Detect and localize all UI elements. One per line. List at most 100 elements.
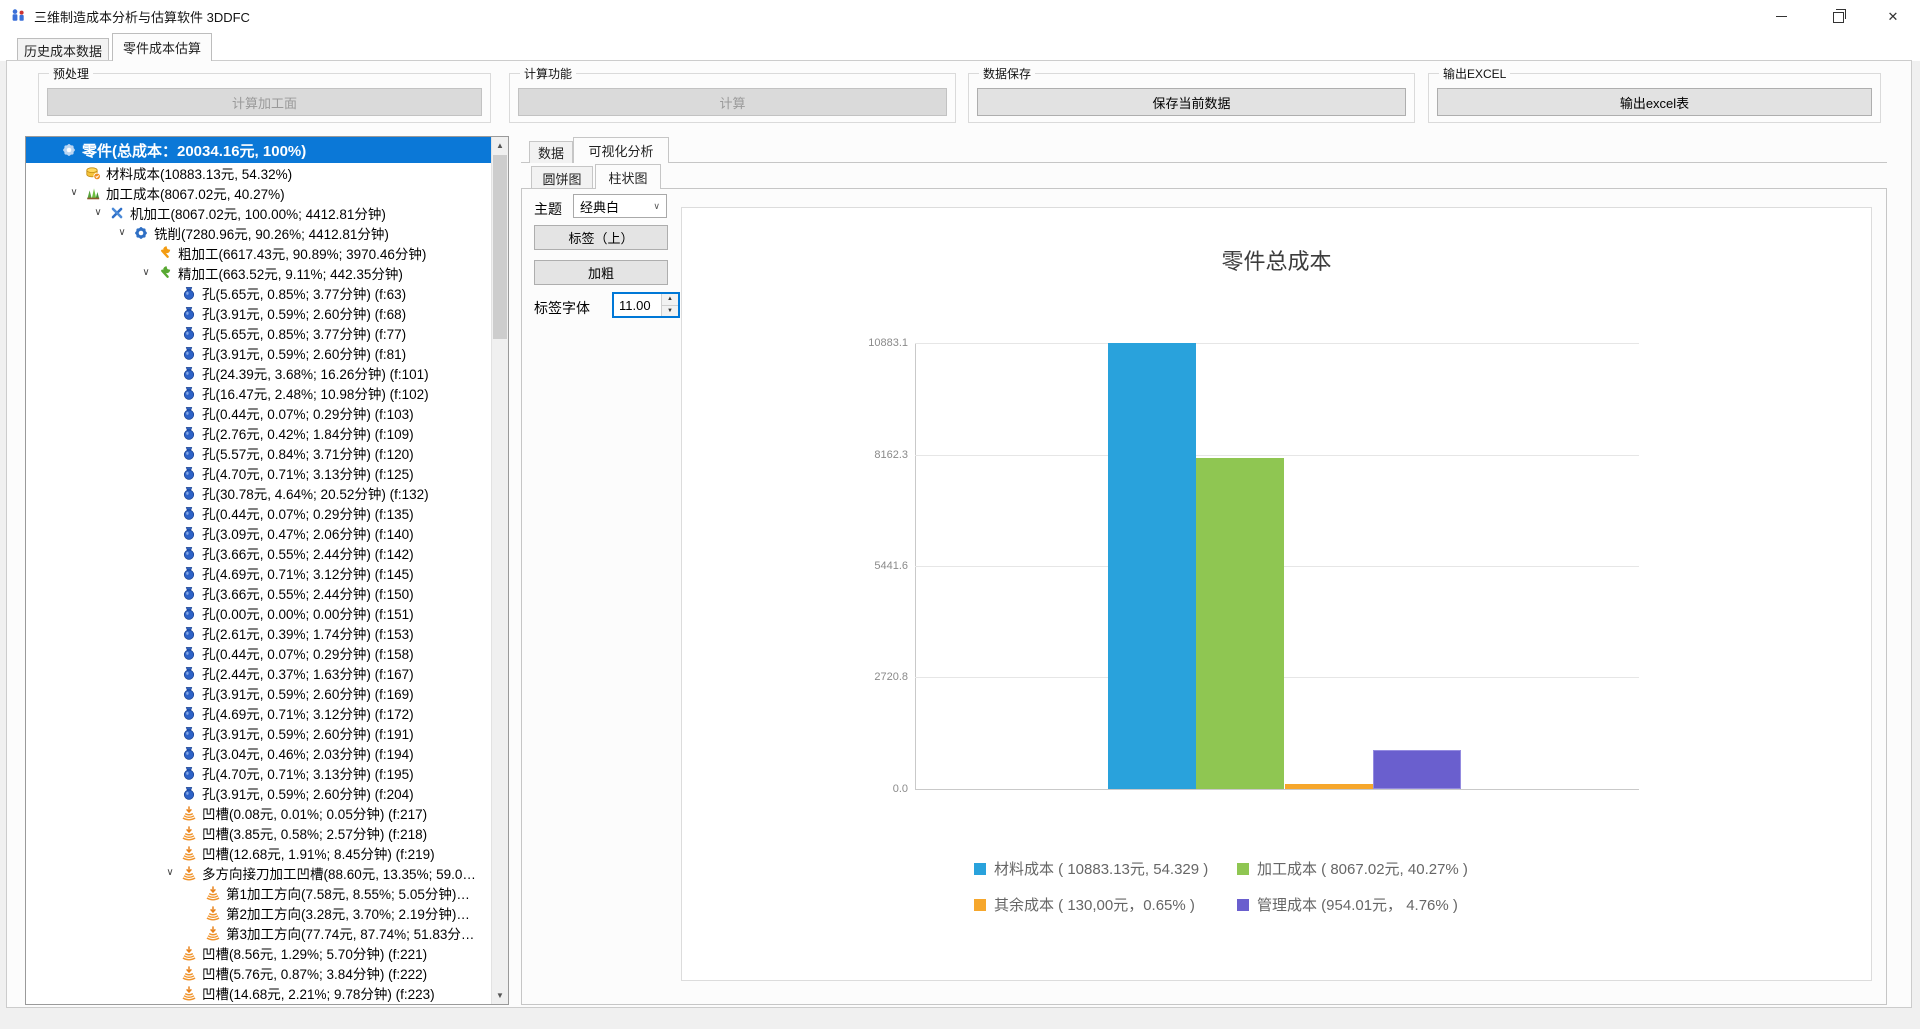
slot-icon	[180, 985, 198, 1001]
tree-scrollbar[interactable]: ▲ ▼	[491, 137, 508, 1004]
mill-gear-icon	[132, 225, 150, 241]
tree-item[interactable]: 孔(16.47元, 2.48%; 10.98分钟) (f:102)	[26, 383, 492, 403]
tree-item[interactable]: ∨多方向接刀加工凹槽(88.60元, 13.35%; 59.0…	[26, 863, 492, 883]
tree-item[interactable]: 凹槽(8.56元, 1.29%; 5.70分钟) (f:221)	[26, 943, 492, 963]
group-preprocess-legend: 预处理	[49, 65, 93, 82]
tree-item[interactable]: 孔(5.65元, 0.85%; 3.77分钟) (f:77)	[26, 323, 492, 343]
expander-icon[interactable]: ∨	[88, 208, 108, 218]
tree-item[interactable]: 孔(2.61元, 0.39%; 1.74分钟) (f:153)	[26, 623, 492, 643]
tree-item[interactable]: 孔(2.76元, 0.42%; 1.84分钟) (f:109)	[26, 423, 492, 443]
scroll-up-icon[interactable]: ▲	[492, 137, 508, 154]
expander-icon[interactable]: ∨	[136, 268, 156, 278]
tree-item[interactable]: 孔(5.65元, 0.85%; 3.77分钟) (f:63)	[26, 283, 492, 303]
tree-item[interactable]: 凹槽(14.68元, 2.21%; 9.78分钟) (f:223)	[26, 983, 492, 1003]
tree-item[interactable]: 凹槽(0.08元, 0.01%; 0.05分钟) (f:217)	[26, 803, 492, 823]
tree-item[interactable]: 孔(2.44元, 0.37%; 1.63分钟) (f:167)	[26, 663, 492, 683]
spin-up-icon[interactable]: ▲	[662, 294, 678, 306]
tree-item[interactable]: 孔(3.04元, 0.46%; 2.03分钟) (f:194)	[26, 743, 492, 763]
tree-item[interactable]: 孔(3.09元, 0.47%; 2.06分钟) (f:140)	[26, 523, 492, 543]
close-button[interactable]: ✕	[1870, 0, 1916, 32]
font-size-spinner[interactable]: 11.00 ▲ ▼	[612, 292, 680, 318]
hole-icon	[180, 405, 198, 421]
tree-item[interactable]: ∨铣削(7280.96元, 90.26%; 4412.81分钟)	[26, 223, 492, 243]
tree-item[interactable]: 第1加工方向(7.58元, 8.55%; 5.05分钟)…	[26, 883, 492, 903]
tree-item[interactable]: 孔(3.91元, 0.59%; 2.60分钟) (f:204)	[26, 783, 492, 803]
tree-item-label: 精加工(663.52元, 9.11%; 442.35分钟)	[178, 263, 403, 283]
legend-item[interactable]: 管理成本 (954.01元， 4.76% )	[1237, 894, 1458, 915]
tab-bar-chart[interactable]: 柱状图	[595, 164, 661, 189]
legend-marker-icon	[974, 899, 986, 911]
minimize-button[interactable]	[1758, 0, 1804, 32]
legend-item[interactable]: 加工成本 ( 8067.02元, 40.27% )	[1237, 858, 1468, 879]
tree-item-label: 孔(3.66元, 0.55%; 2.44分钟) (f:142)	[202, 543, 414, 563]
theme-label: 主题	[534, 199, 562, 219]
tree-item[interactable]: 孔(0.44元, 0.07%; 0.29分钟) (f:135)	[26, 503, 492, 523]
tree-item[interactable]: 孔(0.44元, 0.07%; 0.29分钟) (f:103)	[26, 403, 492, 423]
tree-item[interactable]: 材料成本(10883.13元, 54.32%)	[26, 163, 492, 183]
tree-item[interactable]: 孔(4.69元, 0.71%; 3.12分钟) (f:172)	[26, 703, 492, 723]
scroll-down-icon[interactable]: ▼	[492, 987, 508, 1004]
theme-select[interactable]: 经典白 ∨	[573, 194, 667, 218]
scrollbar-thumb[interactable]	[493, 155, 507, 339]
tree-item-label: 孔(5.65元, 0.85%; 3.77分钟) (f:63)	[202, 283, 406, 303]
tree-item-label: 孔(4.70元, 0.71%; 3.13分钟) (f:195)	[202, 763, 414, 783]
tree-item-label: 孔(3.91元, 0.59%; 2.60分钟) (f:68)	[202, 303, 406, 323]
tree-item[interactable]: 孔(3.66元, 0.55%; 2.44分钟) (f:142)	[26, 543, 492, 563]
legend-item[interactable]: 材料成本 ( 10883.13元, 54.329 )	[974, 858, 1208, 879]
tree-item[interactable]: 孔(0.44元, 0.07%; 0.29分钟) (f:158)	[26, 643, 492, 663]
bold-button[interactable]: 加粗	[534, 260, 668, 285]
group-calculate: 计算功能 计算	[509, 73, 956, 123]
tree-item-label: 孔(0.44元, 0.07%; 0.29分钟) (f:135)	[202, 503, 414, 523]
tree-item-label: 第1加工方向(7.58元, 8.55%; 5.05分钟)…	[226, 883, 470, 903]
tab-data[interactable]: 数据	[529, 141, 573, 163]
tree-item[interactable]: 孔(24.39元, 3.68%; 16.26分钟) (f:101)	[26, 363, 492, 383]
group-export-excel-legend: 输出EXCEL	[1439, 65, 1510, 82]
tab-pie-chart[interactable]: 圆饼图	[531, 166, 593, 189]
hole-icon	[180, 565, 198, 581]
tree-item[interactable]: 凹槽(5.76元, 0.87%; 3.84分钟) (f:222)	[26, 963, 492, 983]
hole-icon	[180, 745, 198, 761]
legend-item[interactable]: 其余成本 ( 130,00元，0.65% )	[974, 894, 1195, 915]
hole-icon	[180, 665, 198, 681]
tree-item[interactable]: 孔(3.91元, 0.59%; 2.60分钟) (f:191)	[26, 723, 492, 743]
tree-item[interactable]: 孔(3.91元, 0.59%; 2.60分钟) (f:81)	[26, 343, 492, 363]
tab-visual-analysis[interactable]: 可视化分析	[573, 137, 669, 163]
tree-item[interactable]: 孔(4.70元, 0.71%; 3.13分钟) (f:125)	[26, 463, 492, 483]
label-font-size-label: 标签字体	[534, 298, 590, 318]
tree-item[interactable]: 孔(3.66元, 0.55%; 2.44分钟) (f:150)	[26, 583, 492, 603]
tree-item[interactable]: ∨加工成本(8067.02元, 40.27%)	[26, 183, 492, 203]
tree-item-label: 第3加工方向(77.74元, 87.74%; 51.83分…	[226, 923, 474, 943]
expander-icon[interactable]: ∨	[160, 868, 180, 878]
save-current-data-button[interactable]: 保存当前数据	[977, 88, 1406, 116]
tab-part-cost-estimation[interactable]: 零件成本估算	[112, 33, 212, 61]
tree-item[interactable]: 孔(0.00元, 0.00%; 0.00分钟) (f:151)	[26, 603, 492, 623]
tree-item[interactable]: 粗加工(6617.43元, 90.89%; 3970.46分钟)	[26, 243, 492, 263]
tab-history-cost-data[interactable]: 历史成本数据	[17, 38, 109, 61]
tree-item[interactable]: 第2加工方向(3.28元, 3.70%; 2.19分钟)…	[26, 903, 492, 923]
compute-machined-faces-button[interactable]: 计算加工面	[47, 88, 482, 116]
tree-item[interactable]: 第3加工方向(77.74元, 87.74%; 51.83分…	[26, 923, 492, 943]
tree-item[interactable]: 孔(30.78元, 4.64%; 20.52分钟) (f:132)	[26, 483, 492, 503]
tree-item[interactable]: 孔(3.91元, 0.59%; 2.60分钟) (f:68)	[26, 303, 492, 323]
export-excel-button[interactable]: 输出excel表	[1437, 88, 1872, 116]
tree-item-label: 凹槽(12.68元, 1.91%; 8.45分钟) (f:219)	[202, 843, 435, 863]
tree-item[interactable]: 孔(3.91元, 0.59%; 2.60分钟) (f:169)	[26, 683, 492, 703]
expander-icon[interactable]: ∨	[64, 188, 84, 198]
calculate-button[interactable]: 计算	[518, 88, 947, 116]
restore-button[interactable]	[1816, 0, 1862, 32]
tree-item[interactable]: 孔(4.69元, 0.71%; 3.12分钟) (f:145)	[26, 563, 492, 583]
label-position-button[interactable]: 标签（上）	[534, 225, 668, 250]
tools-icon	[108, 205, 126, 221]
tree-item[interactable]: ∨ 精加工(663.52元, 9.11%; 442.35分钟)	[26, 263, 492, 283]
tree-item-label: 机加工(8067.02元, 100.00%; 4412.81分钟)	[130, 203, 386, 223]
tree-item[interactable]: 零件(总成本：20034.16元, 100%)	[26, 137, 492, 163]
tree-item-label: 孔(3.91元, 0.59%; 2.60分钟) (f:81)	[202, 343, 406, 363]
tree-item[interactable]: 凹槽(3.85元, 0.58%; 2.57分钟) (f:218)	[26, 823, 492, 843]
tree-item-label: 孔(5.65元, 0.85%; 3.77分钟) (f:77)	[202, 323, 406, 343]
tree-item[interactable]: 孔(5.57元, 0.84%; 3.71分钟) (f:120)	[26, 443, 492, 463]
tree-item[interactable]: ∨ 机加工(8067.02元, 100.00%; 4412.81分钟)	[26, 203, 492, 223]
expander-icon[interactable]: ∨	[112, 228, 132, 238]
tree-item[interactable]: 孔(4.70元, 0.71%; 3.13分钟) (f:195)	[26, 763, 492, 783]
tree-item[interactable]: 凹槽(12.68元, 1.91%; 8.45分钟) (f:219)	[26, 843, 492, 863]
spin-down-icon[interactable]: ▼	[662, 306, 678, 317]
